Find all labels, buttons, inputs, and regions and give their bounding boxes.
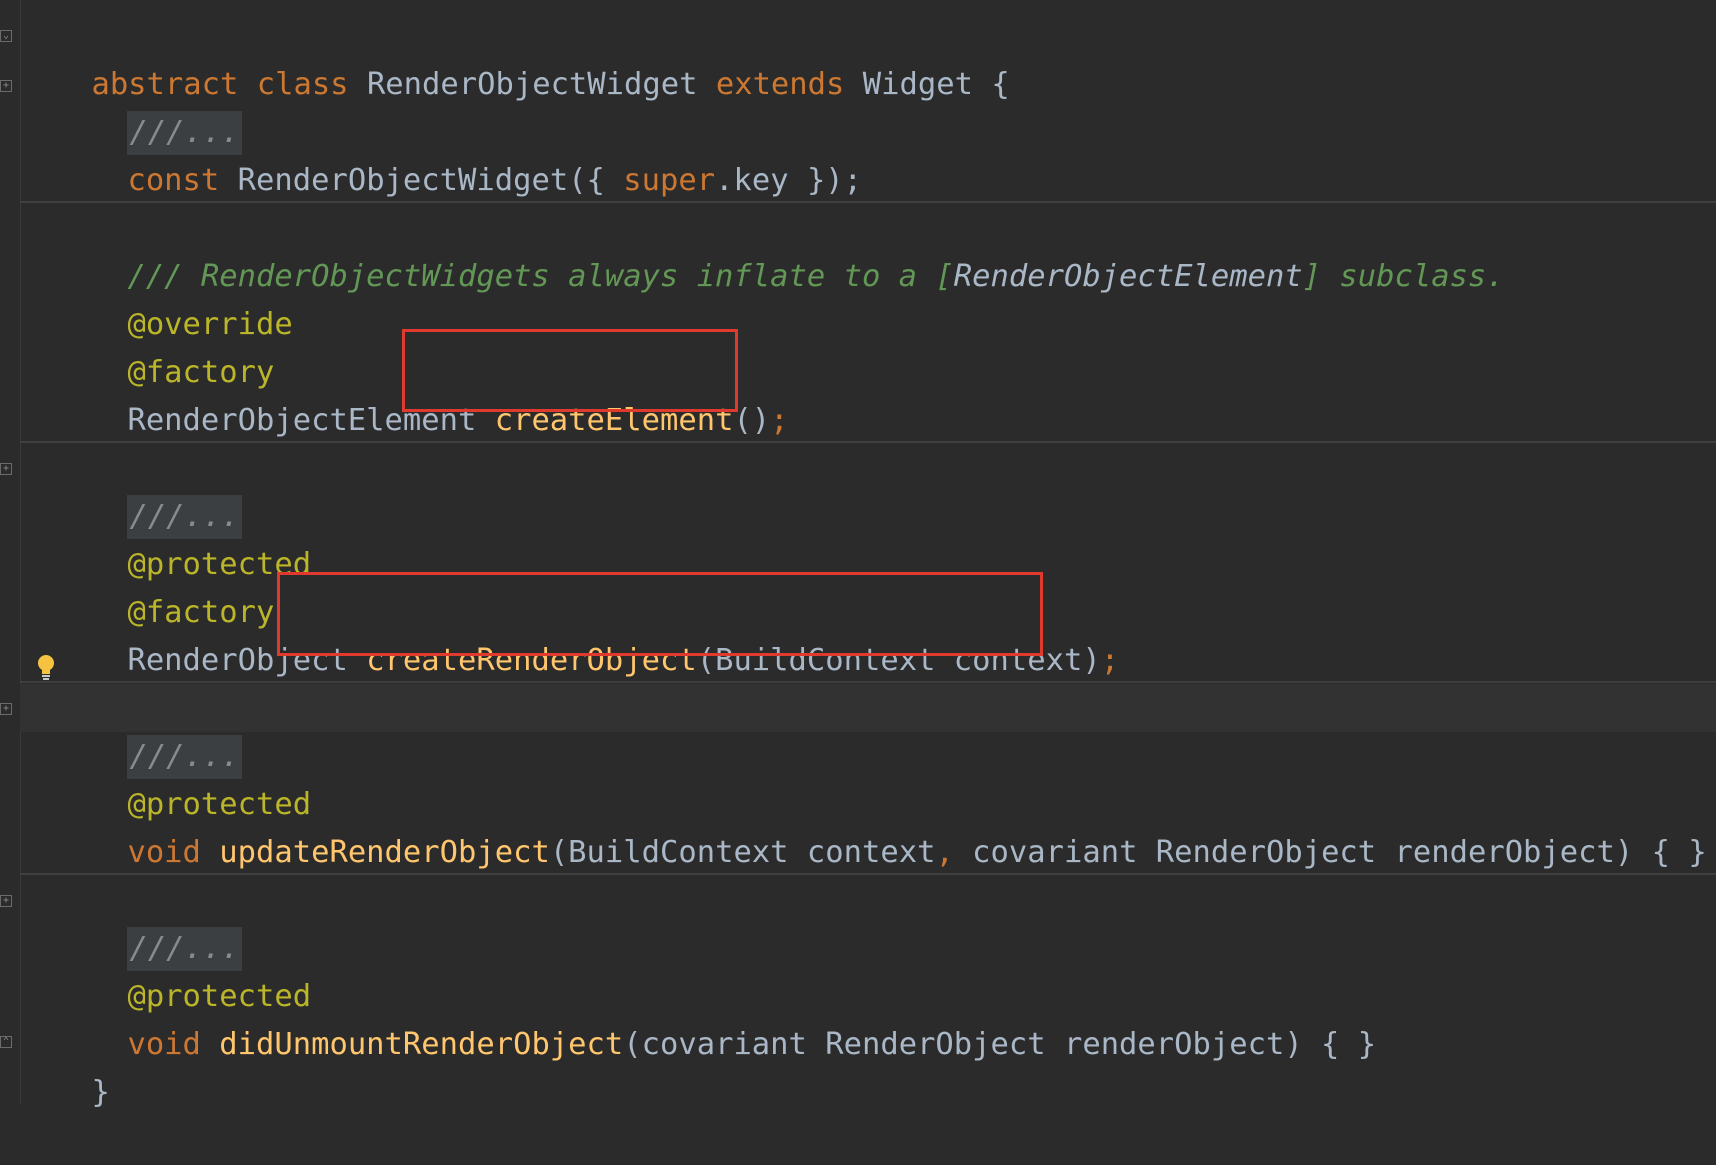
code-line-class-declaration[interactable]: abstract class RenderObjectWidget extend… (18, 13, 1009, 102)
keyword-const: const (127, 163, 220, 198)
parent-class: Widget (862, 67, 973, 102)
method-args-first: (BuildContext context (549, 835, 936, 870)
fold-toggle-icon[interactable]: ⌄ (0, 30, 12, 42)
code-editor[interactable]: ⌄ + + + + ⌃ abstract class RenderObjectW… (0, 0, 1716, 1110)
code-line-collapsed-doc[interactable]: ///... (54, 445, 242, 539)
open-brace: { (991, 67, 1010, 102)
fold-toggle-icon[interactable]: + (0, 895, 12, 907)
code-line-collapsed-doc[interactable]: ///... (54, 877, 242, 971)
fold-toggle-icon[interactable]: + (0, 703, 12, 715)
highlight-box-create-render-object (277, 572, 1043, 656)
fold-toggle-icon[interactable]: + (0, 463, 12, 475)
code-line-update-render-object[interactable]: void updateRenderObject(BuildContext con… (54, 781, 1706, 870)
semicolon: ; (770, 403, 789, 438)
code-line-annotation[interactable]: @protected (54, 733, 311, 822)
code-line-annotation[interactable]: @protected (54, 493, 311, 582)
method-args: () (733, 403, 771, 438)
code-line-annotation[interactable]: @factory (54, 301, 274, 390)
doc-comment-reference[interactable]: RenderObjectElement (954, 259, 1303, 294)
code-line-closing-brace[interactable]: } (18, 1021, 109, 1110)
method-args-rest: covariant RenderObject renderObject) { } (953, 835, 1707, 870)
code-line-annotation[interactable]: @protected (54, 925, 311, 1014)
constructor-rest: .key }); (715, 163, 863, 198)
code-line-annotation[interactable]: @factory (54, 541, 274, 630)
constructor-name: RenderObjectWidget({ (237, 163, 605, 198)
class-name: RenderObjectWidget (366, 67, 698, 102)
code-line-constructor[interactable]: const RenderObjectWidget({ super.key }); (54, 109, 862, 198)
code-line-annotation[interactable]: @override (54, 253, 292, 342)
keyword-class: class (256, 67, 349, 102)
keyword-super: super (623, 163, 716, 198)
fold-toggle-icon[interactable]: + (0, 80, 12, 92)
code-line-did-unmount-render-object[interactable]: void didUnmountRenderObject(covariant Re… (54, 973, 1376, 1062)
semicolon: ; (1100, 643, 1120, 678)
lightbulb-icon[interactable] (36, 654, 56, 682)
method-update-render-object[interactable]: updateRenderObject (219, 835, 550, 870)
method-did-unmount-render-object[interactable]: didUnmountRenderObject (219, 1027, 623, 1062)
method-args: (covariant RenderObject renderObject) { … (623, 1027, 1377, 1062)
highlight-box-create-element (402, 329, 738, 412)
comma: , (935, 835, 954, 870)
code-line-collapsed-doc[interactable]: ///... (54, 61, 242, 155)
keyword-void: void (127, 1027, 201, 1062)
code-line-collapsed-doc[interactable]: ///... (54, 685, 242, 779)
keyword-void: void (127, 835, 201, 870)
keyword-extends: extends (715, 67, 845, 102)
code-line-doc-comment[interactable]: /// RenderObjectWidgets always inflate t… (54, 205, 1504, 294)
doc-comment-end: ] subclass. (1302, 259, 1505, 294)
closing-brace: } (91, 1075, 110, 1110)
fold-toggle-icon[interactable]: ⌃ (0, 1036, 12, 1048)
current-line-highlight (20, 684, 1716, 732)
editor-gutter (0, 0, 21, 1104)
